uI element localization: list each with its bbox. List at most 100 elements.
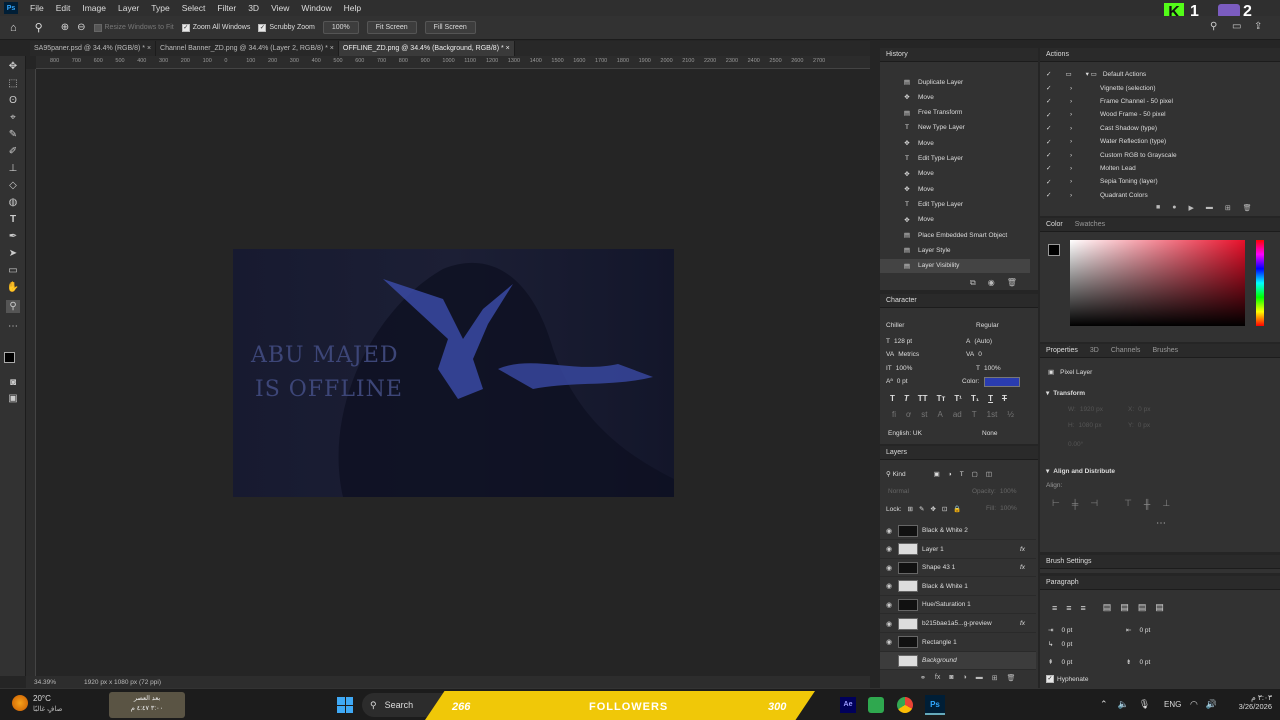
layer-name[interactable]: Black & White 2 (922, 527, 1020, 534)
indent-first-field[interactable]: ↳ 0 pt (1048, 640, 1072, 649)
photoshop-taskbar-icon[interactable]: Ps (925, 695, 945, 715)
action-expand-icon[interactable]: › (1070, 152, 1100, 159)
action-item[interactable]: ✓ › Water Reflection (type) (1046, 138, 1166, 146)
subscript-icon[interactable]: T₁ (971, 394, 979, 403)
weather-temp[interactable]: 20°C (33, 694, 51, 703)
baseline-shift-field[interactable]: Aª 0 pt (886, 378, 908, 385)
new-layer-icon[interactable]: ⊞ (992, 674, 998, 682)
type-tool-icon[interactable]: T (6, 213, 20, 226)
vertical-scale-field[interactable]: IT 100% (886, 365, 912, 372)
tracking-field[interactable]: VA 0 (966, 351, 982, 358)
justify-all-icon[interactable]: ▤ (1155, 602, 1164, 613)
action-enabled-icon[interactable]: ✓ (1046, 151, 1060, 159)
zoom-tool-icon[interactable]: ⚲ (35, 21, 43, 34)
lock-all-icon[interactable]: 🔒 (953, 505, 961, 513)
text-color-swatch[interactable] (984, 377, 1020, 387)
menu-view[interactable]: View (265, 3, 295, 13)
filter-type-icon[interactable]: T (960, 471, 964, 478)
layer-visibility-icon[interactable]: ◉ (884, 545, 894, 553)
prayer-widget[interactable]: بعد العصر ٣:٠٠ ٤:٤٧ م (109, 692, 185, 718)
filter-kind-select[interactable]: ⚲ Kind (886, 470, 906, 478)
action-item[interactable]: ✓ › Vignette (selection) (1046, 84, 1156, 93)
new-action-icon[interactable]: ⊞ (1225, 204, 1231, 212)
filter-pixel-icon[interactable]: ▣ (934, 470, 940, 478)
action-expand-icon[interactable]: › (1070, 125, 1100, 132)
language-indicator[interactable]: ENG (1164, 700, 1181, 709)
layer-visibility-icon[interactable]: ◉ (884, 527, 894, 535)
transform-section[interactable]: ▾ Transform (1046, 389, 1085, 398)
layer-row[interactable]: ◉ Black & White 1 (880, 578, 1036, 596)
brushes-tab[interactable]: Brushes (1152, 347, 1178, 354)
history-item[interactable]: ✥ Move (880, 213, 1030, 227)
volume-icon[interactable]: 🔈 (1118, 699, 1129, 710)
align-vcenter-icon[interactable]: ╫ (1144, 499, 1150, 509)
lock-artboard-icon[interactable]: ⊡ (942, 505, 947, 513)
action-enabled-icon[interactable]: ✓ (1046, 97, 1060, 105)
filter-shape-icon[interactable]: ▢ (972, 470, 978, 478)
fill-screen-button[interactable]: Fill Screen (424, 21, 476, 34)
horizontal-scale-field[interactable]: T 100% (976, 365, 1001, 372)
action-expand-icon[interactable]: › (1070, 85, 1100, 92)
menu-3d[interactable]: 3D (242, 3, 265, 13)
action-item[interactable]: ✓ › Cast Shadow (type) (1046, 124, 1157, 133)
foreground-swatch[interactable] (1048, 244, 1060, 256)
layer-visibility-icon[interactable]: ◉ (884, 564, 894, 572)
action-item[interactable]: ✓ › Custom RGB to Grayscale (1046, 151, 1177, 160)
history-item[interactable]: ▤ Layer Visibility (880, 258, 1030, 273)
history-item[interactable]: T Edit Type Layer (880, 152, 1030, 166)
brush-tool-icon[interactable]: ✐ (6, 145, 20, 158)
filter-smart-icon[interactable]: ◫ (986, 470, 992, 478)
lasso-tool-icon[interactable]: ʘ (6, 94, 20, 107)
history-item[interactable]: ✥ Move (880, 90, 1030, 104)
lock-image-icon[interactable]: ✎ (919, 505, 924, 513)
swatches-tab[interactable]: Swatches (1075, 221, 1105, 228)
titling-icon[interactable]: ad (953, 410, 962, 419)
add-mask-icon[interactable]: ◙ (949, 674, 953, 682)
tab-sa95paner[interactable]: SA95paner.psd @ 34.4% (RGB/8) * × (30, 41, 157, 56)
menu-select[interactable]: Select (176, 3, 212, 13)
blur-tool-icon[interactable]: ◍ (6, 196, 20, 209)
align-right-icon[interactable]: ⊣ (1090, 498, 1098, 509)
history-item[interactable]: ▤ Duplicate Layer (880, 75, 1030, 89)
snapshot-icon[interactable]: ◉ (988, 278, 995, 288)
zoom-in-icon[interactable]: ⊕ (61, 22, 69, 33)
zoom-all-windows-checkbox[interactable]: ✓ Zoom All Windows (181, 23, 250, 32)
layer-visibility-icon[interactable]: ◉ (884, 601, 894, 609)
faux-bold-icon[interactable]: T (890, 394, 895, 403)
layer-row[interactable]: ◉ Rectangle 1 (880, 634, 1036, 652)
action-item[interactable]: ✓ › Sepia Toning (layer) (1046, 178, 1158, 186)
menu-help[interactable]: Help (338, 3, 367, 13)
more-tools-icon[interactable]: ⋯ (6, 320, 20, 333)
after-effects-icon[interactable]: Ae (840, 697, 856, 713)
space-before-field[interactable]: ⇞ 0 pt (1048, 658, 1072, 667)
swash-icon[interactable]: st (921, 410, 927, 419)
screen-mode-icon[interactable]: ▣ (6, 392, 20, 405)
menu-image[interactable]: Image (76, 3, 112, 13)
width-field[interactable]: W: 1920 px (1068, 406, 1103, 413)
menu-type[interactable]: Type (145, 3, 175, 13)
shape-tool-icon[interactable]: ▭ (6, 264, 20, 277)
layer-row[interactable]: ◉ Hue/Saturation 1 (880, 596, 1036, 615)
height-field[interactable]: H: 1080 px (1068, 422, 1102, 429)
marquee-tool-icon[interactable]: ⬚ (6, 77, 20, 90)
scrubby-zoom-checkbox[interactable]: ✓ Scrubby Zoom (258, 23, 315, 32)
ordinals-icon[interactable]: T (972, 410, 977, 419)
faux-italic-icon[interactable]: T (904, 394, 909, 403)
action-item[interactable]: ✓ › Quadrant Colors (1046, 191, 1148, 200)
half-icon[interactable]: ½ (1007, 410, 1014, 419)
more-options-icon[interactable]: ⋯ (1156, 518, 1166, 529)
all-caps-icon[interactable]: TT (918, 394, 928, 403)
font-size-field[interactable]: T 128 pt (886, 338, 912, 345)
quick-mask-icon[interactable]: ◙ (6, 376, 20, 389)
action-enabled-icon[interactable]: ✓ (1046, 191, 1060, 199)
layer-name[interactable]: Rectangle 1 (922, 639, 1020, 646)
zoom-level[interactable]: 34.39% (34, 679, 56, 686)
small-caps-icon[interactable]: Tᴛ (937, 394, 946, 403)
layer-row[interactable]: ◉ Layer 1 fx (880, 541, 1036, 559)
actions-set[interactable]: ✓ ▭ ▾ ▭ Default Actions (1046, 70, 1146, 79)
stamp-tool-icon[interactable]: ⊥ (6, 162, 20, 175)
record-icon[interactable]: ● (1172, 204, 1176, 212)
home-icon[interactable]: ⌂ (10, 22, 17, 34)
add-style-icon[interactable]: fx (935, 674, 940, 682)
history-item[interactable]: ✥ Move (880, 167, 1030, 181)
